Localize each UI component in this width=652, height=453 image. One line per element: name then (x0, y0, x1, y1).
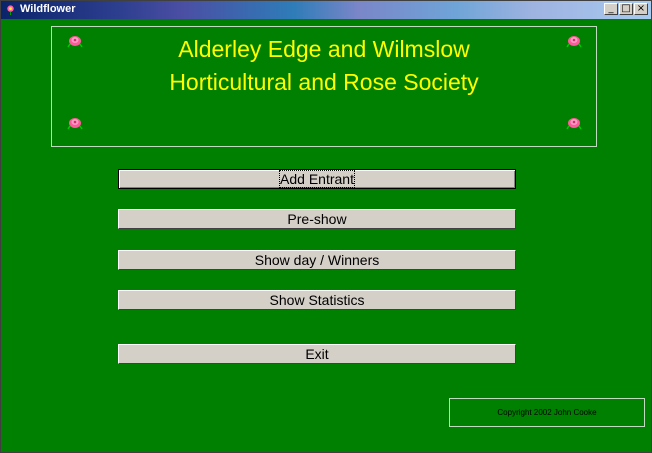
window-title: Wildflower (20, 3, 76, 15)
copyright-box: Copyright 2002 John Cooke (449, 398, 645, 427)
title-bar[interactable]: Wildflower _ □ × (1, 1, 651, 19)
maximize-button[interactable]: □ (619, 3, 633, 15)
rose-icon (67, 118, 83, 130)
add-entrant-button[interactable]: Add Entrant (118, 169, 516, 189)
exit-button[interactable]: Exit (118, 344, 516, 364)
show-day-winners-button[interactable]: Show day / Winners (118, 250, 516, 270)
flower-icon (7, 5, 14, 15)
society-title-line-1: Alderley Edge and Wilmslow (178, 36, 470, 62)
minimize-button[interactable]: _ (604, 3, 618, 15)
app-window: Wildflower _ □ × Alderley Edge and Wilms… (0, 0, 652, 453)
rose-icon (566, 118, 582, 130)
close-button[interactable]: × (634, 3, 648, 15)
show-statistics-button[interactable]: Show Statistics (118, 290, 516, 310)
pre-show-button[interactable]: Pre-show (118, 209, 516, 229)
add-entrant-label: Add Entrant (279, 170, 355, 188)
society-banner: Alderley Edge and Wilmslow Horticultural… (51, 26, 597, 147)
society-title-line-2: Horticultural and Rose Society (169, 69, 479, 95)
main-panel: Alderley Edge and Wilmslow Horticultural… (1, 19, 651, 452)
